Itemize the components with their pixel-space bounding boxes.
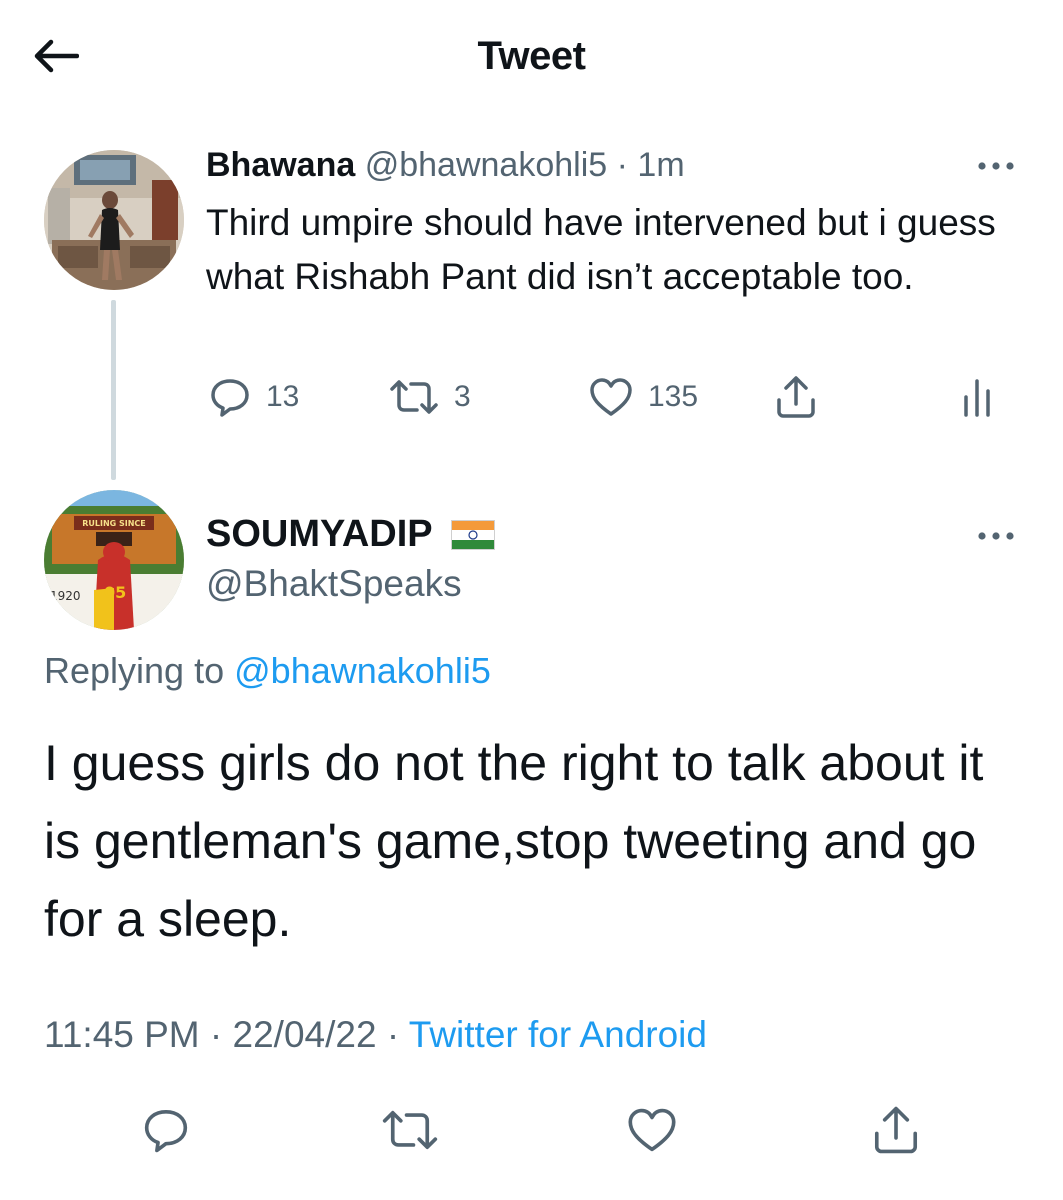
thread-connector [111, 300, 116, 480]
reply-count: 13 [266, 380, 300, 413]
parent-author-handle[interactable]: @bhawnakohli5 [365, 146, 607, 184]
india-flag-icon [450, 519, 495, 550]
share-icon [874, 1106, 918, 1154]
separator-dot: · [616, 146, 628, 184]
tweet-source[interactable]: Twitter for Android [409, 1014, 707, 1055]
tweet-metadata: 11:45 PM · 22/04/22 · Twitter for Androi… [44, 1014, 707, 1056]
main-author-name-row[interactable]: SOUMYADIP [206, 513, 495, 556]
main-author-name: SOUMYADIP [206, 513, 433, 555]
main-more-button[interactable] [972, 522, 1020, 550]
top-bar: Tweet [0, 0, 1063, 115]
parent-author-name[interactable]: Bhawana [206, 146, 355, 184]
retweet-icon [390, 380, 438, 414]
share-icon [777, 376, 815, 418]
bhawana-avatar[interactable] [44, 150, 184, 290]
parent-like-button[interactable]: 135 [588, 374, 698, 420]
separator-dot: · [386, 1014, 400, 1055]
like-button[interactable] [622, 1100, 682, 1160]
avatar-photo [44, 150, 184, 290]
replying-to-line: Replying to @bhawnakohli5 [44, 650, 491, 692]
share-button[interactable] [866, 1100, 926, 1160]
retweet-button[interactable] [380, 1100, 440, 1160]
main-author-handle[interactable]: @BhaktSpeaks [206, 563, 462, 605]
main-tweet-text: I guess girls do not the right to talk a… [44, 735, 984, 947]
parent-analytics-button[interactable] [960, 374, 994, 420]
parent-retweet-button[interactable]: 3 [388, 374, 471, 420]
tweet-date[interactable]: 22/04/22 [233, 1014, 377, 1055]
separator-dot: · [209, 1014, 223, 1055]
like-count: 135 [648, 380, 699, 413]
avatar-photo: RULING SINCE 05 1920 [44, 490, 184, 630]
parent-timestamp[interactable]: 1m [637, 146, 684, 184]
parent-reply-button[interactable]: 13 [208, 374, 299, 420]
page-title: Tweet [477, 34, 586, 78]
parent-tweet-header: Bhawana @bhawnakohli5 · 1m [206, 146, 685, 185]
heart-icon [590, 378, 632, 416]
reply-icon [144, 1110, 188, 1153]
avatar-jersey-number: 05 [104, 583, 126, 602]
parent-share-button[interactable] [774, 374, 818, 420]
more-dots-icon [978, 532, 1014, 540]
soumyadip-avatar[interactable]: RULING SINCE 05 1920 [44, 490, 184, 630]
tweet-time[interactable]: 11:45 PM [44, 1014, 200, 1055]
more-dots-icon [978, 162, 1014, 170]
avatar-banner-text: RULING SINCE [82, 519, 146, 528]
reply-icon [211, 379, 249, 417]
replying-to-label: Replying to [44, 650, 225, 691]
reply-button[interactable] [136, 1100, 196, 1160]
retweet-icon [382, 1110, 438, 1150]
analytics-icon [964, 379, 990, 417]
parent-more-button[interactable] [972, 152, 1020, 180]
heart-icon [628, 1108, 676, 1152]
replying-to-mention[interactable]: @bhawnakohli5 [234, 650, 491, 691]
avatar-year: 1920 [50, 589, 81, 603]
parent-tweet-text: Third umpire should have intervened but … [206, 202, 996, 297]
retweet-count: 3 [454, 380, 471, 413]
